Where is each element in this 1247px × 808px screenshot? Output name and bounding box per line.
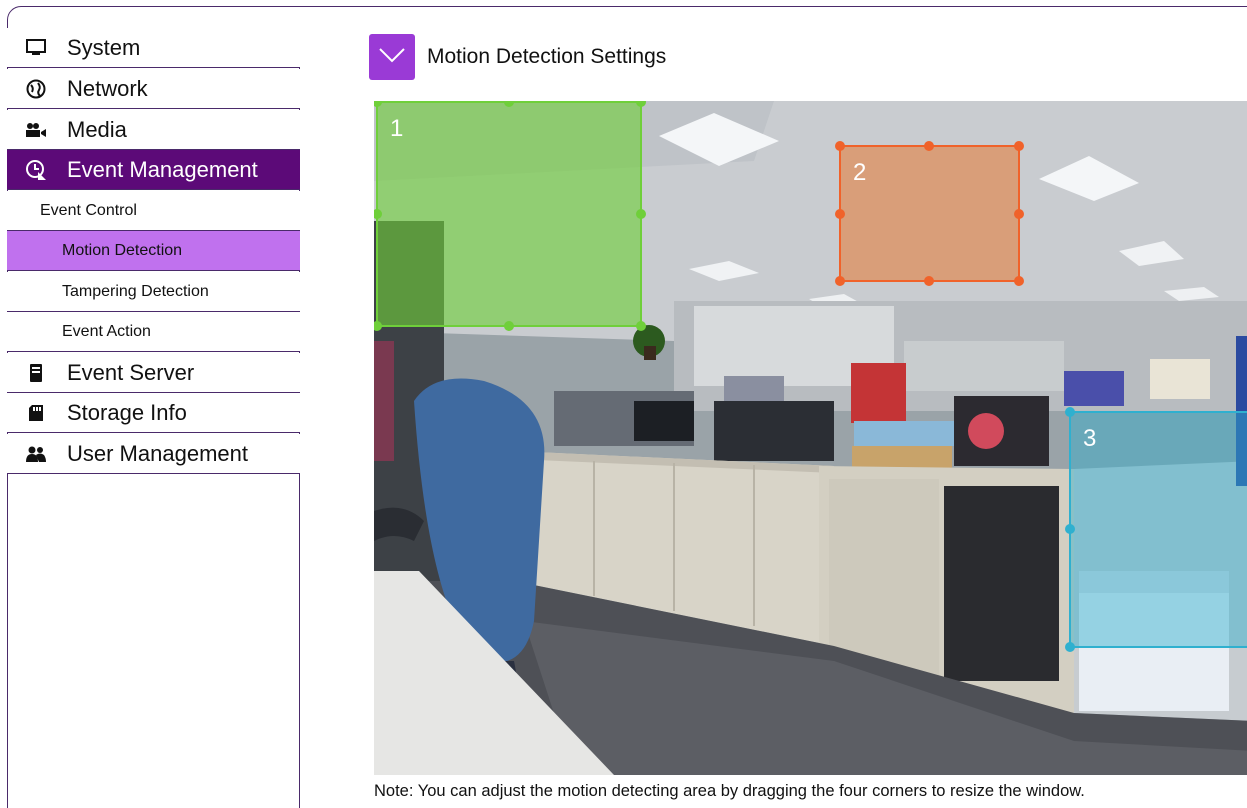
sidebar-item-label: Event Server <box>67 359 195 385</box>
zone-3-handle[interactable] <box>1065 642 1075 652</box>
sidebar-subitem-event-action[interactable]: Event Action <box>7 312 300 352</box>
zone-3-handle[interactable] <box>1065 524 1075 534</box>
sidebar-item-label: Network <box>67 75 148 101</box>
sidebar-subitem-label: Event Control <box>40 201 137 219</box>
sidebar-item-system[interactable]: System <box>7 28 300 68</box>
sidebar-item-event-management[interactable]: Event Management <box>7 150 300 190</box>
zone-3-handle[interactable] <box>1065 407 1075 417</box>
event-icon <box>25 159 47 181</box>
sidebar-item-label: User Management <box>67 440 248 466</box>
sidebar-subitem-label: Motion Detection <box>62 241 183 259</box>
zone-2-handle[interactable] <box>1014 141 1024 151</box>
zone-label: 1 <box>390 115 404 142</box>
zone-1-handle[interactable] <box>636 209 646 219</box>
zone-1-handle[interactable] <box>504 321 514 331</box>
sidebar-subitem-tampering-detection[interactable]: Tampering Detection <box>7 272 300 312</box>
zone-2-handle[interactable] <box>835 209 845 219</box>
sidebar: System Network Media Event Management Ev… <box>7 28 300 808</box>
zone-label: 2 <box>853 159 867 186</box>
page-title: Motion Detection Settings <box>427 45 667 68</box>
server-icon <box>25 362 47 384</box>
sidebar-item-label: Media <box>67 116 127 142</box>
section-header: Motion Detection Settings <box>369 34 666 80</box>
motion-zone-3[interactable]: 3 <box>1069 411 1247 648</box>
camera-live-view: 1 2 3 <box>374 101 1247 775</box>
sidebar-subitem-label: Event Action <box>62 322 151 340</box>
sidebar-subitem-label: Tampering Detection <box>62 282 209 300</box>
globe-icon <box>25 78 47 100</box>
sidebar-item-label: Storage Info <box>67 399 187 425</box>
zone-2-handle[interactable] <box>924 141 934 151</box>
motion-zone-2[interactable]: 2 <box>839 145 1020 282</box>
zone-2-handle[interactable] <box>1014 276 1024 286</box>
sd-card-icon <box>25 402 47 424</box>
users-icon <box>25 443 47 465</box>
camera-icon <box>25 119 47 141</box>
sidebar-subitem-motion-detection[interactable]: Motion Detection <box>7 231 300 271</box>
sidebar-item-user-management[interactable]: User Management <box>7 434 300 474</box>
zone-2-handle[interactable] <box>835 141 845 151</box>
sidebar-item-label: Event Management <box>67 156 258 182</box>
zone-2-handle[interactable] <box>835 276 845 286</box>
chevron-down-icon <box>377 46 407 69</box>
zone-1-handle[interactable] <box>636 321 646 331</box>
sidebar-subitem-event-control[interactable]: Event Control <box>7 191 300 231</box>
sidebar-item-media[interactable]: Media <box>7 110 300 150</box>
zone-label: 3 <box>1083 425 1097 452</box>
collapse-toggle-button[interactable] <box>369 34 415 80</box>
sidebar-item-label: System <box>67 34 141 60</box>
zone-2-handle[interactable] <box>924 276 934 286</box>
sidebar-item-event-server[interactable]: Event Server <box>7 353 300 393</box>
instruction-note: Note: You can adjust the motion detectin… <box>374 782 1085 800</box>
zone-2-handle[interactable] <box>1014 209 1024 219</box>
sidebar-item-storage-info[interactable]: Storage Info <box>7 393 300 433</box>
monitor-icon <box>25 37 47 59</box>
motion-zone-1[interactable]: 1 <box>376 101 642 327</box>
sidebar-item-network[interactable]: Network <box>7 69 300 109</box>
